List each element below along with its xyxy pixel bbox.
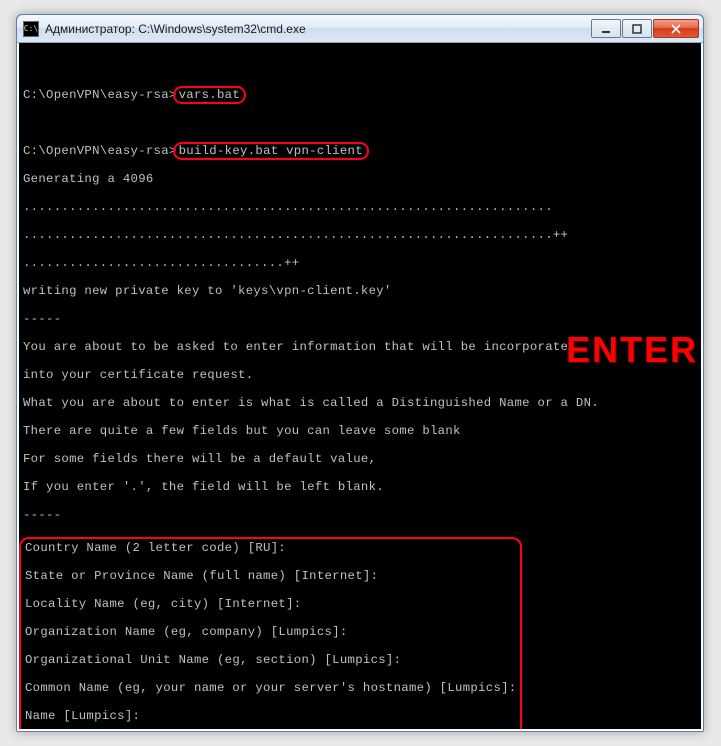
output-line: -----: [23, 312, 697, 326]
output-line: -----: [23, 508, 697, 522]
prompt-text: C:\OpenVPN\easy-rsa>: [23, 144, 177, 158]
output-line: Locality Name (eg, city) [Internet]:: [25, 597, 516, 611]
window-title: Администратор: C:\Windows\system32\cmd.e…: [45, 22, 591, 36]
output-line: Generating a 4096: [23, 172, 697, 186]
output-line: Organization Name (eg, company) [Lumpics…: [25, 625, 516, 639]
cmd-window: C:\ Администратор: C:\Windows\system32\c…: [16, 14, 704, 732]
close-button[interactable]: [653, 19, 699, 38]
minimize-button[interactable]: [591, 19, 621, 38]
highlight-vars-cmd: vars.bat: [173, 86, 246, 104]
window-buttons: [591, 19, 699, 38]
output-line: ........................................…: [23, 228, 697, 242]
output-line: For some fields there will be a default …: [23, 452, 697, 466]
output-line: Country Name (2 letter code) [RU]:: [25, 541, 516, 555]
output-line: Organizational Unit Name (eg, section) […: [25, 653, 516, 667]
output-line: ........................................…: [23, 200, 697, 214]
output-line: What you are about to enter is what is c…: [23, 396, 697, 410]
highlight-dn-fields: Country Name (2 letter code) [RU]: State…: [19, 537, 522, 731]
maximize-button[interactable]: [622, 19, 652, 38]
enter-annotation: ENTER: [566, 343, 698, 357]
highlight-buildkey-cmd: build-key.bat vpn-client: [173, 142, 369, 160]
terminal-output[interactable]: C:\OpenVPN\easy-rsa>vars.bat C:\OpenVPN\…: [17, 43, 703, 731]
output-line: State or Province Name (full name) [Inte…: [25, 569, 516, 583]
prompt-text: C:\OpenVPN\easy-rsa>: [23, 88, 177, 102]
output-line: ..................................++: [23, 256, 697, 270]
titlebar[interactable]: C:\ Администратор: C:\Windows\system32\c…: [17, 15, 703, 43]
output-line: There are quite a few fields but you can…: [23, 424, 697, 438]
output-line: Common Name (eg, your name or your serve…: [25, 681, 516, 695]
output-line: Name [Lumpics]:: [25, 709, 516, 723]
output-line: writing new private key to 'keys\vpn-cli…: [23, 284, 697, 298]
output-line: If you enter '.', the field will be left…: [23, 480, 697, 494]
output-line: into your certificate request.: [23, 368, 697, 382]
cmd-icon: C:\: [23, 21, 39, 37]
